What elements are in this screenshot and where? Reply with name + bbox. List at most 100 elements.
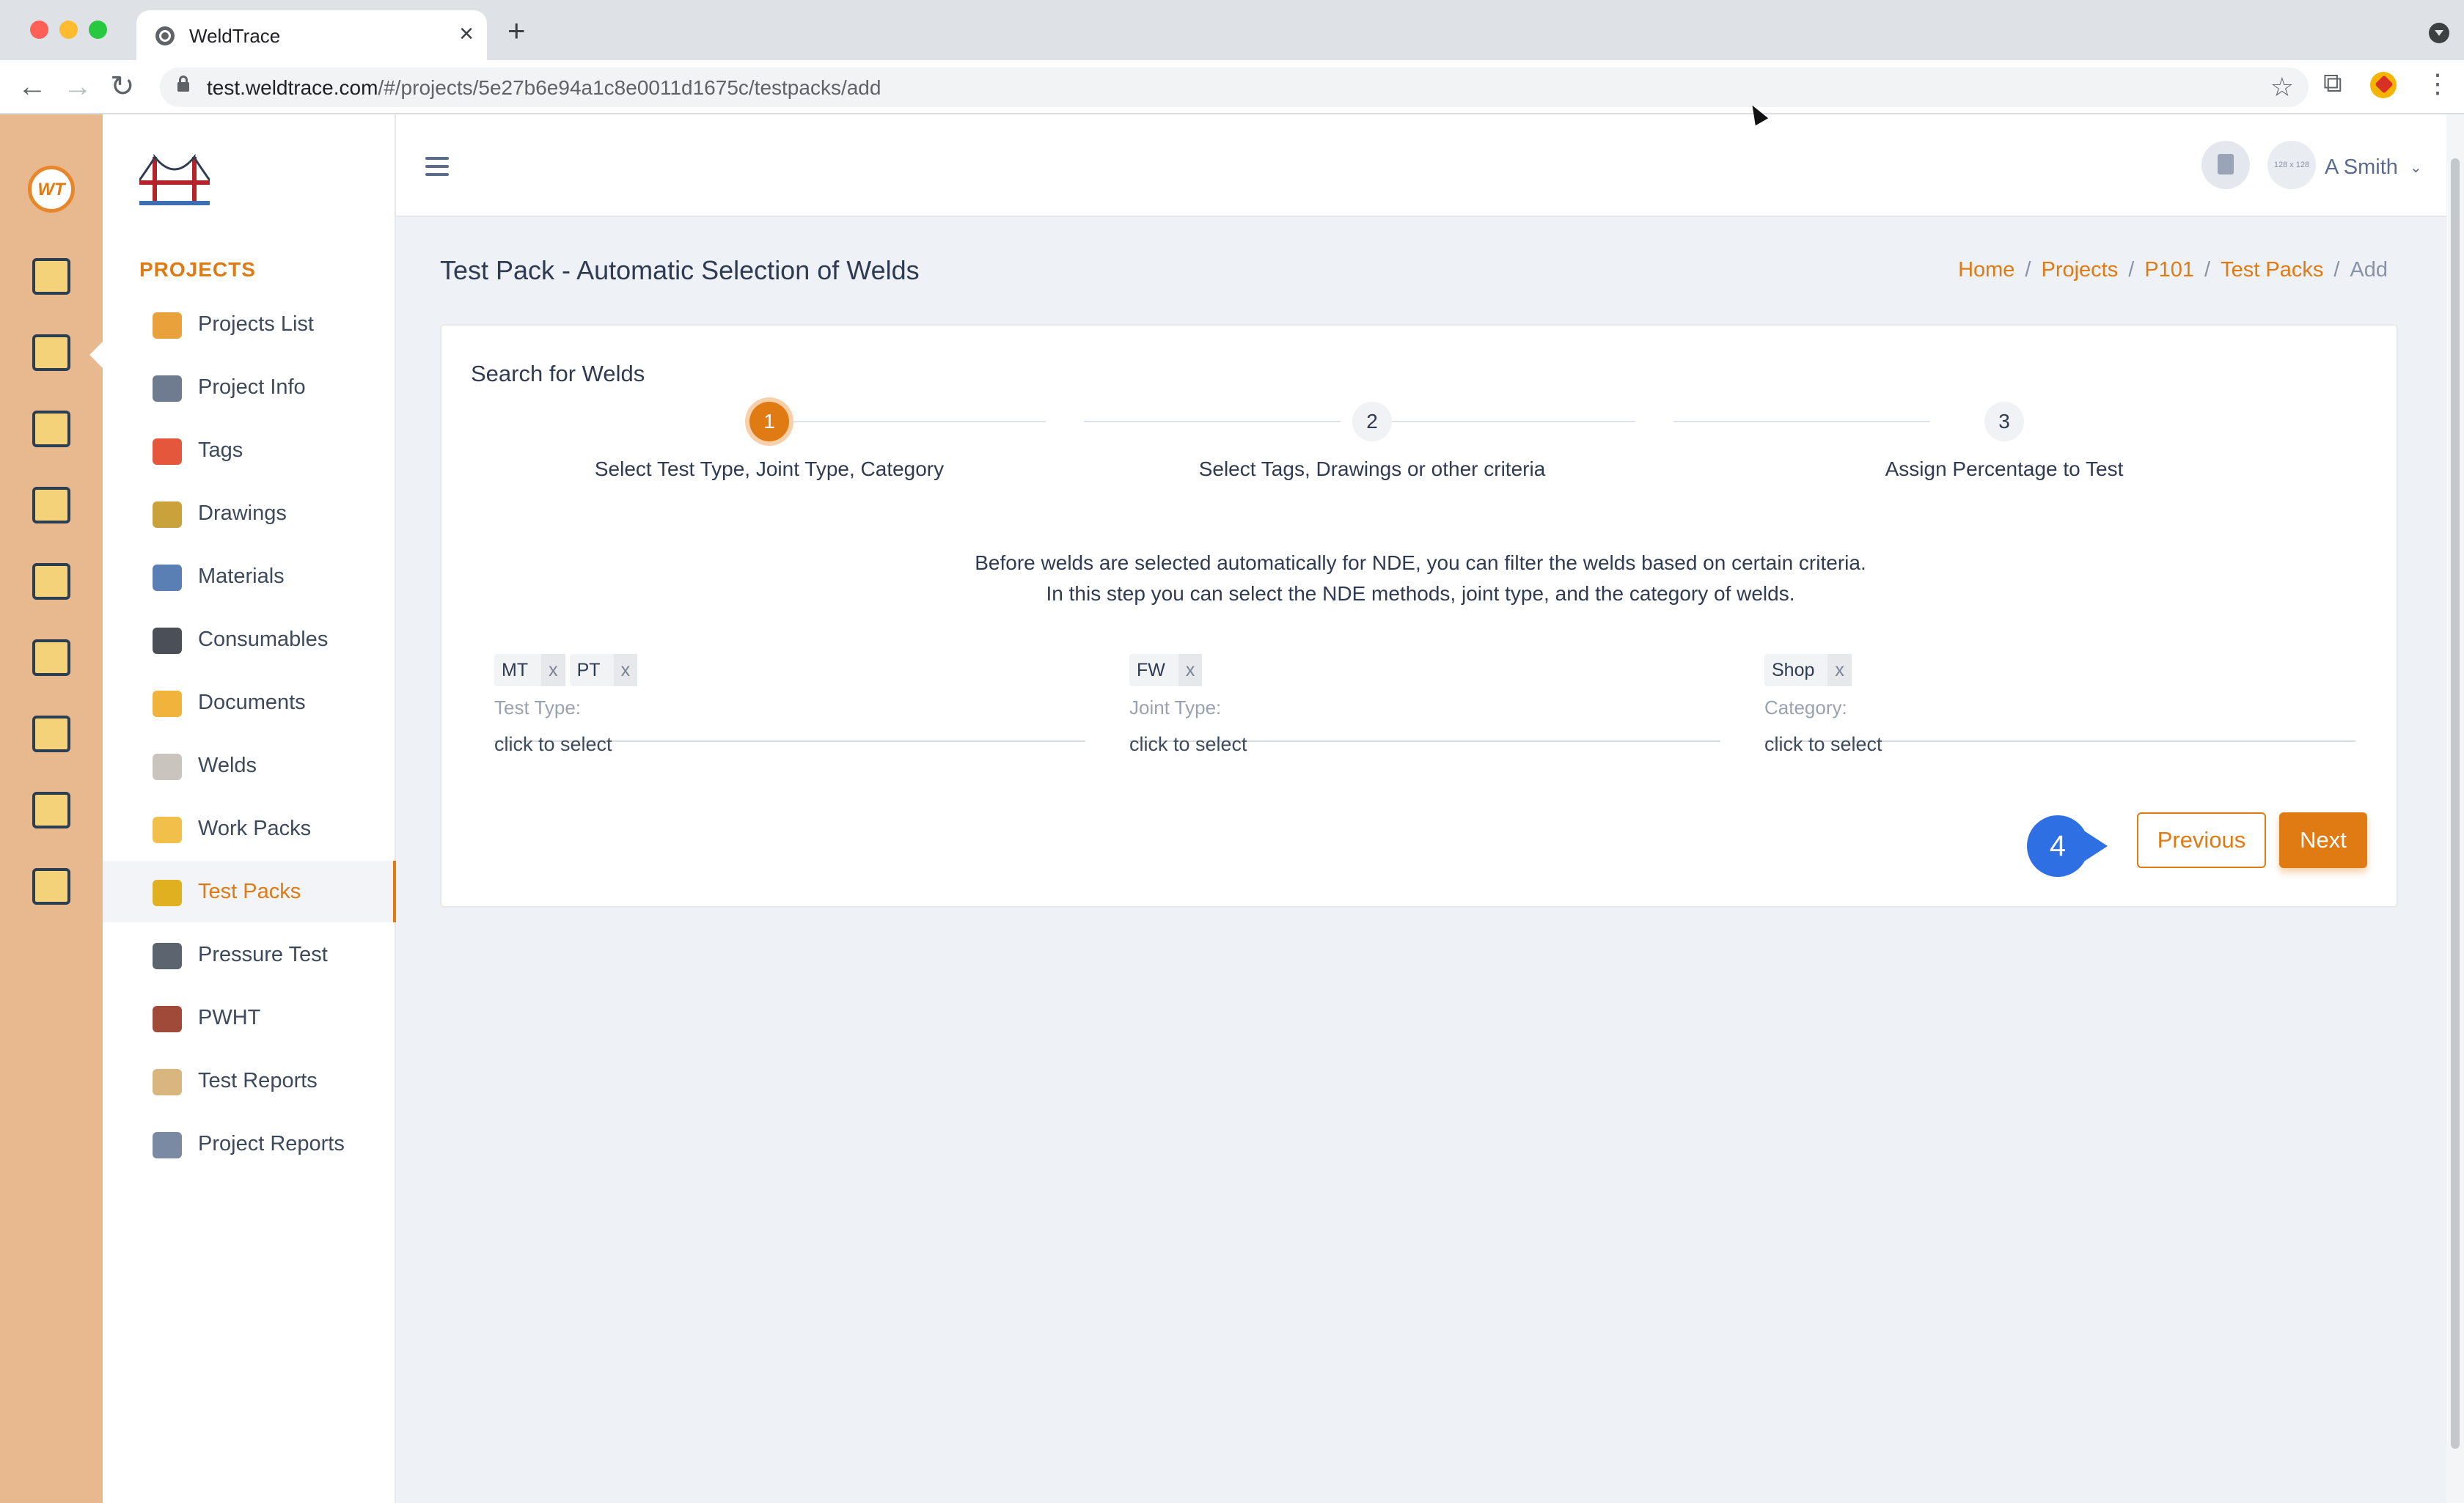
browser-toolbar: ← → ↻ test.weldtrace.com/#/projects/5e27… <box>0 60 2464 114</box>
lock-icon[interactable] <box>177 76 189 92</box>
chip-remove-icon[interactable]: x <box>1178 654 1203 686</box>
sidebar-item-drawings[interactable]: Drawings <box>103 482 396 544</box>
certificate-icon[interactable] <box>32 868 70 905</box>
sidebar-item-test-reports[interactable]: Test Reports <box>103 1050 396 1111</box>
sidebar-item-work-packs[interactable]: Work Packs <box>103 798 396 859</box>
pwht-icon <box>153 1006 182 1032</box>
window-close-button[interactable] <box>30 21 48 39</box>
test-type-select[interactable]: MT x PT x Test Type: click to select <box>494 654 1085 755</box>
chip-label: FW <box>1137 660 1165 680</box>
sidebar-item-project-reports[interactable]: Project Reports <box>103 1113 396 1175</box>
users-icon[interactable] <box>32 716 70 752</box>
joint-type-chips: FW x <box>1129 654 1206 686</box>
tab-search-icon[interactable] <box>2429 23 2449 43</box>
sidebar-item-materials[interactable]: Materials <box>103 545 396 607</box>
breadcrumb-test-packs[interactable]: Test Packs <box>2221 258 2323 282</box>
forward-arrow-icon[interactable]: → <box>63 70 92 103</box>
breadcrumb-home[interactable]: Home <box>1958 258 2014 282</box>
bookmark-star-icon[interactable]: ☆ <box>2270 72 2294 103</box>
browser-menu-icon[interactable]: ⋮ <box>2424 69 2451 98</box>
reports-icon[interactable] <box>32 792 70 828</box>
sidebar-item-label: Documents <box>198 691 306 714</box>
address-bar[interactable]: test.weldtrace.com/#/projects/5e27b6e94a… <box>160 67 2309 107</box>
dashboard-monitor-icon[interactable] <box>32 258 70 295</box>
step-3-label: Assign Percentage to Test <box>1885 457 2124 480</box>
previous-button[interactable]: Previous <box>2137 812 2266 868</box>
reload-icon[interactable]: ↻ <box>110 70 135 103</box>
category-label: Category: <box>1764 697 1847 719</box>
welder-icon[interactable] <box>32 487 70 523</box>
breadcrumb-current: Add <box>2350 258 2388 282</box>
projects-folder-icon[interactable] <box>32 334 70 371</box>
sidebar-item-label: Test Packs <box>198 880 301 903</box>
checklist-icon[interactable] <box>32 411 70 447</box>
window-maximize-button[interactable] <box>89 21 107 39</box>
sidebar-section-title: PROJECTS <box>139 258 256 281</box>
page-scrollbar[interactable] <box>2446 114 2464 1503</box>
sidebar-item-label: Project Info <box>198 375 306 399</box>
category-select[interactable]: Shop x Category: click to select <box>1764 654 2355 755</box>
scrollbar-thumb[interactable] <box>2451 158 2460 1449</box>
bridge-logo-icon[interactable] <box>139 151 210 207</box>
sidebar-item-consumables[interactable]: Consumables <box>103 609 396 670</box>
equipment-icon[interactable] <box>32 639 70 676</box>
window-minimize-button[interactable] <box>59 21 78 39</box>
chip-test-type: MT x <box>494 654 565 686</box>
new-tab-button[interactable]: + <box>507 15 526 46</box>
sidebar: PROJECTS Projects List Project Info Tags Dr… <box>103 114 396 1503</box>
chip-remove-icon[interactable]: x <box>1827 654 1852 686</box>
category-input[interactable]: click to select <box>1764 733 1882 756</box>
sidebar-item-label: Test Reports <box>198 1069 318 1092</box>
chip-label: PT <box>576 660 601 680</box>
pressure-test-icon <box>153 943 182 969</box>
materials-icon <box>153 565 182 591</box>
test-type-input[interactable]: click to select <box>494 733 612 756</box>
next-button[interactable]: Next <box>2279 812 2367 868</box>
sidebar-item-test-packs[interactable]: Test Packs <box>103 861 396 922</box>
step-2-indicator[interactable]: 2 <box>1352 402 1392 441</box>
sidebar-item-project-info[interactable]: Project Info <box>103 356 396 418</box>
step-1-indicator[interactable]: 1 <box>749 402 789 441</box>
chevron-down-icon[interactable]: ⌄ <box>2410 158 2422 177</box>
breadcrumb-projects[interactable]: Projects <box>2041 258 2118 282</box>
browser-tab[interactable]: WeldTrace × <box>136 10 487 60</box>
back-arrow-icon[interactable]: ← <box>18 70 47 103</box>
url-text[interactable]: test.weldtrace.com/#/projects/5e27b6e94a… <box>207 76 881 100</box>
sidebar-item-pwht[interactable]: PWHT <box>103 987 396 1048</box>
weldtrace-logo[interactable]: WT <box>28 166 75 213</box>
step-connector <box>1379 421 1635 422</box>
avatar[interactable]: 128 x 128 <box>2267 141 2316 189</box>
work-packs-icon <box>153 817 182 843</box>
welds-icon <box>153 754 182 780</box>
hamburger-menu-icon[interactable] <box>425 157 449 176</box>
app-header: 128 x 128 A Smith ⌄ <box>396 114 2446 217</box>
organization-icon[interactable] <box>32 563 70 600</box>
sidebar-item-tags[interactable]: Tags <box>103 419 396 481</box>
sidebar-item-welds[interactable]: Welds <box>103 735 396 796</box>
sidebar-item-pressure-test[interactable]: Pressure Test <box>103 924 396 985</box>
joint-type-label: Joint Type: <box>1129 697 1222 719</box>
joint-type-select[interactable]: FW x Joint Type: click to select <box>1129 654 1720 755</box>
notes-icon[interactable] <box>2201 141 2250 189</box>
chip-remove-icon[interactable]: x <box>613 654 638 686</box>
breadcrumb-project[interactable]: P101 <box>2144 258 2194 282</box>
extensions-puzzle-icon[interactable]: ⧉ <box>2323 67 2342 99</box>
chip-remove-icon[interactable]: x <box>541 654 565 686</box>
step-3-indicator[interactable]: 3 <box>1984 402 2024 441</box>
test-packs-icon <box>153 880 182 906</box>
sidebar-item-projects-list[interactable]: Projects List <box>103 293 396 355</box>
globe-icon <box>155 26 175 45</box>
tab-title: WeldTrace <box>189 25 281 47</box>
sidebar-item-label: Drawings <box>198 501 287 525</box>
rail-logo-text: WT <box>37 180 65 199</box>
step-1-label: Select Test Type, Joint Type, Category <box>594 457 945 480</box>
test-type-label: Test Type: <box>494 697 582 719</box>
tab-close-icon[interactable]: × <box>459 21 474 47</box>
extension-avatar-icon[interactable] <box>2370 72 2397 98</box>
sidebar-item-documents[interactable]: Documents <box>103 672 396 733</box>
active-module-caret <box>89 342 103 368</box>
user-menu[interactable]: A Smith <box>2325 155 2398 180</box>
projects-list-icon <box>153 312 182 339</box>
joint-type-input[interactable]: click to select <box>1129 733 1247 756</box>
sidebar-item-label: Welds <box>198 754 257 777</box>
